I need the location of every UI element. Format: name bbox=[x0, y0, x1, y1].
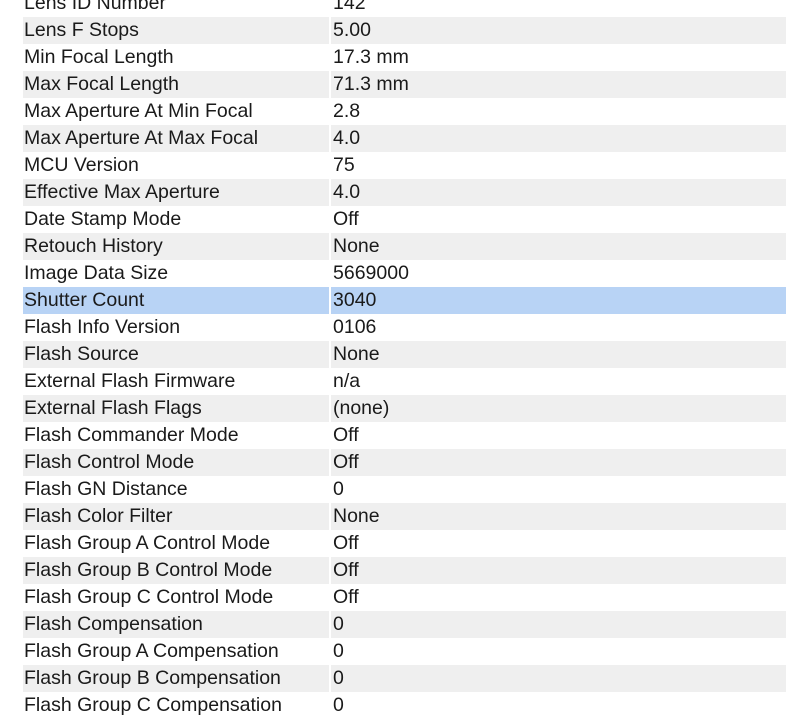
table-row[interactable]: Flash Source None bbox=[23, 341, 786, 368]
table-row[interactable]: Flash Commander Mode Off bbox=[23, 422, 786, 449]
property-name: Flash Source bbox=[24, 343, 139, 365]
property-value: 3040 bbox=[333, 289, 377, 311]
property-name: Effective Max Aperture bbox=[24, 181, 220, 203]
property-value: n/a bbox=[333, 370, 361, 392]
property-name: Flash Group B Control Mode bbox=[24, 559, 273, 581]
property-value: 2.8 bbox=[333, 100, 361, 122]
property-name: Flash GN Distance bbox=[24, 478, 188, 500]
property-value: 5.00 bbox=[333, 19, 371, 41]
property-value: Off bbox=[333, 208, 359, 230]
property-value: 0106 bbox=[333, 316, 377, 338]
table-row[interactable]: Flash Group A Control Mode Off bbox=[23, 530, 786, 557]
table-row[interactable]: Effective Max Aperture 4.0 bbox=[23, 179, 786, 206]
property-value: 0 bbox=[333, 613, 344, 635]
table-row[interactable]: Max Focal Length 71.3 mm bbox=[23, 71, 786, 98]
property-name: Flash Compensation bbox=[24, 613, 203, 635]
table-row[interactable]: Flash Group B Control Mode Off bbox=[23, 557, 786, 584]
table-row[interactable]: Flash Group B Compensation 0 bbox=[23, 665, 786, 692]
property-value: Off bbox=[333, 586, 359, 608]
property-name: External Flash Firmware bbox=[24, 370, 236, 392]
property-value: 0 bbox=[333, 694, 344, 716]
property-name: Flash Group C Control Mode bbox=[24, 586, 274, 608]
table-row[interactable]: Date Stamp Mode Off bbox=[23, 206, 786, 233]
property-value: 0 bbox=[333, 640, 344, 662]
property-value: 0 bbox=[333, 478, 344, 500]
property-value: 71.3 mm bbox=[333, 73, 409, 95]
property-value: 142 bbox=[333, 0, 366, 14]
property-name: Max Focal Length bbox=[24, 73, 180, 95]
property-value: Off bbox=[333, 559, 359, 581]
table-row[interactable]: Flash Group C Control Mode Off bbox=[23, 584, 786, 611]
table-row[interactable]: Flash Compensation 0 bbox=[23, 611, 786, 638]
property-value: Off bbox=[333, 532, 359, 554]
table-row[interactable]: Flash GN Distance 0 bbox=[23, 476, 786, 503]
property-value: 17.3 mm bbox=[333, 46, 409, 68]
property-name: Date Stamp Mode bbox=[24, 208, 182, 230]
property-name: Shutter Count bbox=[24, 289, 145, 311]
property-name: Max Aperture At Min Focal bbox=[24, 100, 253, 122]
table-row[interactable]: Max Aperture At Min Focal 2.8 bbox=[23, 98, 786, 125]
table-row[interactable]: External Flash Flags (none) bbox=[23, 395, 786, 422]
table-row[interactable]: Flash Color Filter None bbox=[23, 503, 786, 530]
property-name: Flash Color Filter bbox=[24, 505, 173, 527]
property-value: 4.0 bbox=[333, 127, 361, 149]
table-row[interactable]: Lens F Stops 5.00 bbox=[23, 17, 786, 44]
property-name: Max Aperture At Max Focal bbox=[24, 127, 259, 149]
table-row[interactable]: Image Data Size 5669000 bbox=[23, 260, 786, 287]
table-row[interactable]: External Flash Firmware n/a bbox=[23, 368, 786, 395]
property-value: None bbox=[333, 505, 380, 527]
table-row[interactable]: Flash Control Mode Off bbox=[23, 449, 786, 476]
property-name: Flash Info Version bbox=[24, 316, 181, 338]
property-name: Lens ID Number bbox=[24, 0, 166, 14]
table-row[interactable]: Flash Info Version 0106 bbox=[23, 314, 786, 341]
table-row-selected[interactable]: Shutter Count 3040 bbox=[23, 287, 786, 314]
property-name: Flash Group B Compensation bbox=[24, 667, 281, 689]
property-value: 75 bbox=[333, 154, 355, 176]
property-value: (none) bbox=[333, 397, 390, 419]
table-row[interactable]: Flash Group A Compensation 0 bbox=[23, 638, 786, 665]
table-row[interactable]: MCU Version 75 bbox=[23, 152, 786, 179]
table-row[interactable]: Retouch History None bbox=[23, 233, 786, 260]
table-row[interactable]: Max Aperture At Max Focal 4.0 bbox=[23, 125, 786, 152]
property-name: External Flash Flags bbox=[24, 397, 202, 419]
property-name: Flash Control Mode bbox=[24, 451, 195, 473]
property-value: Off bbox=[333, 451, 359, 473]
table-row[interactable]: Flash Group C Compensation 0 bbox=[23, 692, 786, 719]
property-name: MCU Version bbox=[24, 154, 139, 176]
property-name: Min Focal Length bbox=[24, 46, 174, 68]
property-name: Lens F Stops bbox=[24, 19, 139, 41]
table-row[interactable]: Min Focal Length 17.3 mm bbox=[23, 44, 786, 71]
property-value: None bbox=[333, 235, 380, 257]
property-value: 4.0 bbox=[333, 181, 361, 203]
property-value: Off bbox=[333, 424, 359, 446]
property-name: Image Data Size bbox=[24, 262, 169, 284]
property-value: None bbox=[333, 343, 380, 365]
property-value: 0 bbox=[333, 667, 344, 689]
property-name: Flash Group C Compensation bbox=[24, 694, 282, 716]
property-name: Flash Group A Compensation bbox=[24, 640, 279, 662]
property-value: 5669000 bbox=[333, 262, 409, 284]
property-name: Flash Commander Mode bbox=[24, 424, 239, 446]
exif-properties-table: Lens ID Number 142 Lens F Stops 5.00 Min Foc… bbox=[23, 0, 786, 719]
property-name: Retouch History bbox=[24, 235, 163, 257]
table-row[interactable]: Lens ID Number 142 bbox=[23, 0, 786, 17]
property-name: Flash Group A Control Mode bbox=[24, 532, 271, 554]
